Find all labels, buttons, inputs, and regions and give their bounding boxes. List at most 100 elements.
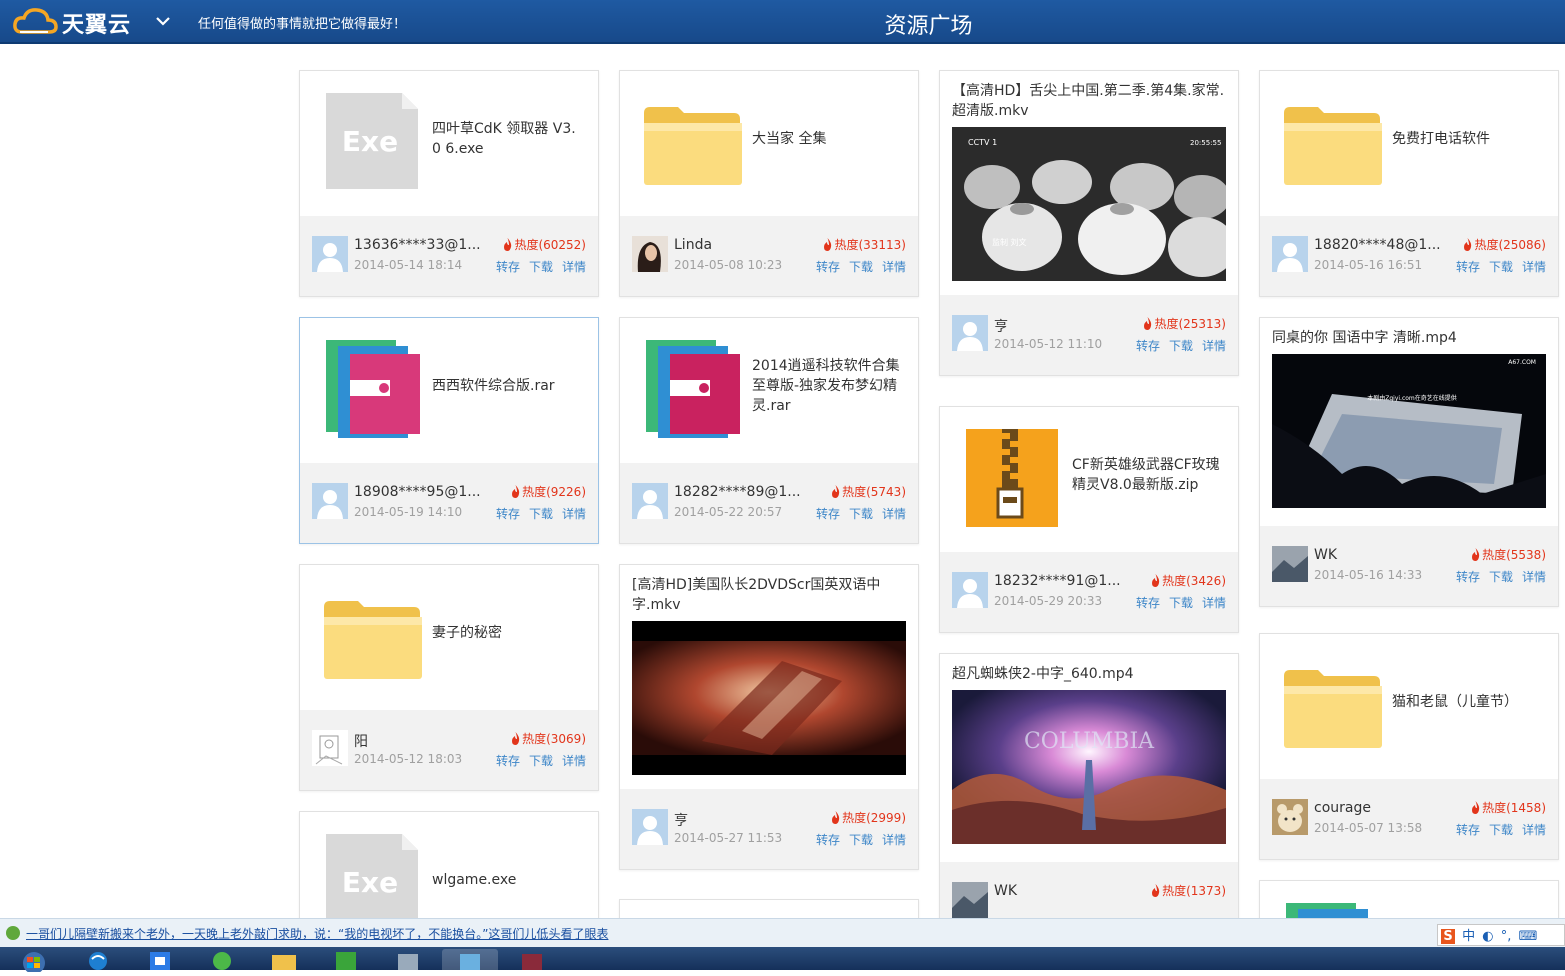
avatar[interactable]	[312, 730, 348, 766]
file-name[interactable]: 【高清HD】舌尖上中国.第二季.第4集.家常.超清版.mkv	[940, 71, 1238, 121]
uploader-name[interactable]: 18282****89@1...	[674, 484, 801, 500]
file-name[interactable]: 西西软件综合版.rar	[432, 376, 584, 396]
file-name[interactable]: 免费打电话软件	[1392, 129, 1544, 149]
avatar[interactable]	[312, 483, 348, 519]
details-link[interactable]: 详情	[1522, 570, 1546, 584]
avatar[interactable]	[952, 315, 988, 351]
details-link[interactable]: 详情	[882, 260, 906, 274]
resource-card[interactable]: Exe wlgame.exe	[299, 811, 599, 918]
download-link[interactable]: 下载	[849, 507, 873, 521]
details-link[interactable]: 详情	[562, 507, 586, 521]
avatar[interactable]	[632, 483, 668, 519]
app-icon[interactable]	[318, 949, 374, 970]
file-name[interactable]: 大当家 全集	[752, 129, 904, 149]
file-name[interactable]: 四叶草CdK 领取器 V3.0 6.exe	[432, 119, 584, 159]
uploader-name[interactable]: 18232****91@1...	[994, 573, 1121, 589]
punct-icon[interactable]: °,	[1501, 929, 1512, 944]
avatar[interactable]	[1272, 546, 1308, 582]
save-link[interactable]: 转存	[1136, 339, 1160, 353]
details-link[interactable]: 详情	[562, 754, 586, 768]
save-link[interactable]: 转存	[496, 260, 520, 274]
save-link[interactable]: 转存	[1456, 570, 1480, 584]
avatar[interactable]	[952, 882, 988, 918]
resource-card[interactable]: 妻子的秘密 阳 2014-05-12 18:03 热度(3069) 转存 下载 详情	[299, 564, 599, 791]
save-link[interactable]: 转存	[816, 260, 840, 274]
resource-card[interactable]: [高清HD]美国队长2DVDScr国英双语中字.mkv 亨 2014-05-27…	[619, 564, 919, 870]
download-link[interactable]: 下载	[1489, 570, 1513, 584]
resource-card[interactable]: 【高清HD】舌尖上中国.第二季.第4集.家常.超清版.mkv CCTV 1 20…	[939, 70, 1239, 376]
details-link[interactable]: 详情	[1522, 260, 1546, 274]
resource-card[interactable]: 大当家 全集 Linda 2014-05-08 10:23 热度(33113) …	[619, 70, 919, 297]
app-icon[interactable]	[442, 949, 498, 970]
download-link[interactable]: 下载	[849, 833, 873, 847]
uploader-name[interactable]: 亨	[674, 810, 688, 830]
uploader-name[interactable]: 亨	[994, 316, 1008, 336]
resource-card[interactable]: Exe 四叶草CdK 领取器 V3.0 6.exe 13636****33@1.…	[299, 70, 599, 297]
resource-card[interactable]: 西西软件综合版.rar 18908****95@1... 2014-05-19 …	[299, 317, 599, 544]
moon-icon[interactable]: ◐	[1482, 929, 1493, 944]
uploader-name[interactable]: WK	[1314, 547, 1337, 563]
uploader-name[interactable]: 13636****33@1...	[354, 237, 481, 253]
app-icon[interactable]	[504, 949, 560, 970]
avatar[interactable]	[1272, 799, 1308, 835]
download-link[interactable]: 下载	[849, 260, 873, 274]
file-name[interactable]: 妻子的秘密	[432, 623, 584, 643]
app-icon[interactable]	[380, 949, 436, 970]
uploader-name[interactable]: courage	[1314, 800, 1371, 816]
uploader-name[interactable]: 阳	[354, 731, 368, 751]
resource-card[interactable]: 同桌的你 国语中字 清晰.mp4 A67.COM 本剧由Zqiyi.com在奇艺…	[1259, 317, 1559, 607]
save-link[interactable]: 转存	[1136, 596, 1160, 610]
file-name[interactable]: wlgame.exe	[432, 870, 584, 890]
folder-icon[interactable]	[256, 949, 312, 970]
details-link[interactable]: 详情	[1522, 823, 1546, 837]
avatar[interactable]	[1272, 236, 1308, 272]
save-link[interactable]: 转存	[816, 507, 840, 521]
download-link[interactable]: 下载	[1169, 596, 1193, 610]
download-link[interactable]: 下载	[529, 260, 553, 274]
download-link[interactable]: 下载	[1489, 823, 1513, 837]
avatar[interactable]	[632, 809, 668, 845]
resource-card[interactable]: CF新英雄级武器CF玫瑰精灵V8.0最新版.zip 18232****91@1.…	[939, 406, 1239, 633]
avatar[interactable]	[312, 236, 348, 272]
file-name[interactable]: 2014逍遥科技软件合集至尊版-独家发布梦幻精灵.rar	[752, 356, 904, 416]
resource-card[interactable]: 猫和老鼠（儿童节） courage 2014-05-07 13:58 热度(14…	[1259, 633, 1559, 860]
save-link[interactable]: 转存	[1456, 823, 1480, 837]
download-link[interactable]: 下载	[1489, 260, 1513, 274]
file-name[interactable]: 猫和老鼠（儿童节）	[1392, 692, 1544, 712]
ime-toolbar[interactable]: S 中 ◐ °, ⌨	[1437, 924, 1565, 946]
video-thumbnail[interactable]: COLUMBIA	[952, 690, 1226, 844]
ime-lang[interactable]: 中	[1462, 925, 1475, 944]
video-thumbnail[interactable]	[632, 621, 906, 775]
start-orb-icon[interactable]	[4, 949, 54, 974]
file-name[interactable]: 同桌的你 国语中字 清晰.mp4	[1260, 318, 1558, 348]
avatar[interactable]	[632, 236, 668, 272]
resource-card[interactable]	[619, 899, 919, 918]
avatar[interactable]	[952, 572, 988, 608]
video-thumbnail[interactable]: A67.COM 本剧由Zqiyi.com在奇艺在线提供	[1272, 354, 1546, 508]
details-link[interactable]: 详情	[882, 833, 906, 847]
file-name[interactable]: CF新英雄级武器CF玫瑰精灵V8.0最新版.zip	[1072, 455, 1224, 495]
sogou-ime-icon[interactable]: S	[1441, 929, 1455, 944]
video-thumbnail[interactable]: CCTV 1 20:55:55 监制 刘文	[952, 127, 1226, 281]
uploader-name[interactable]: Linda	[674, 237, 712, 253]
details-link[interactable]: 详情	[882, 507, 906, 521]
resource-card[interactable]: 超凡蜘蛛侠2-中字_640.mp4 COLUMBIA WK 热度(1373)	[939, 653, 1239, 918]
download-link[interactable]: 下载	[529, 507, 553, 521]
file-name[interactable]: 超凡蜘蛛侠2-中字_640.mp4	[940, 654, 1238, 684]
resource-card[interactable]	[1259, 880, 1559, 918]
browser-icon[interactable]	[70, 949, 126, 970]
file-name[interactable]: [高清HD]美国队长2DVDScr国英双语中字.mkv	[620, 565, 918, 615]
details-link[interactable]: 详情	[1202, 339, 1226, 353]
uploader-name[interactable]: 18820****48@1...	[1314, 237, 1441, 253]
news-link[interactable]: 一哥们儿隔壁新搬来个老外，一天晚上老外敲门求助，说：“我的电视坏了，不能换台。”…	[26, 925, 608, 942]
save-link[interactable]: 转存	[816, 833, 840, 847]
details-link[interactable]: 详情	[562, 260, 586, 274]
app-icon[interactable]	[132, 949, 188, 970]
resource-card[interactable]: 2014逍遥科技软件合集至尊版-独家发布梦幻精灵.rar 18282****89…	[619, 317, 919, 544]
keyboard-icon[interactable]: ⌨	[1519, 929, 1538, 944]
download-link[interactable]: 下载	[1169, 339, 1193, 353]
app-icon[interactable]	[194, 949, 250, 970]
save-link[interactable]: 转存	[1456, 260, 1480, 274]
uploader-name[interactable]: 18908****95@1...	[354, 484, 481, 500]
save-link[interactable]: 转存	[496, 507, 520, 521]
